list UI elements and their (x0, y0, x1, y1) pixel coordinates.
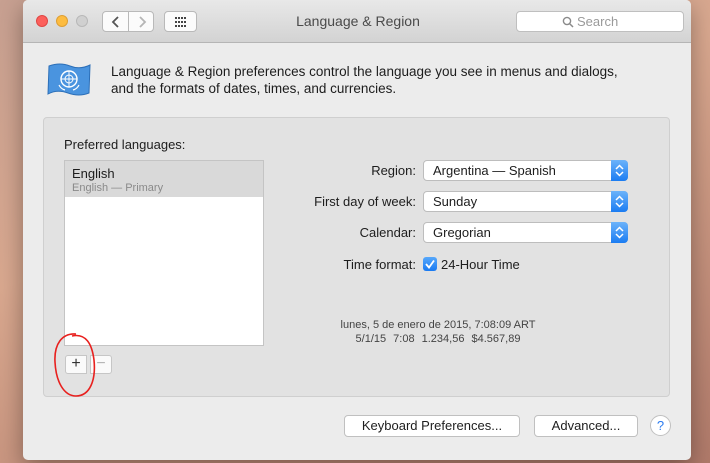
language-name: English (72, 166, 115, 181)
help-button[interactable]: ? (650, 415, 671, 436)
chevron-right-icon (139, 16, 147, 28)
sample-numbers: 5/1/15 7:08 1.234,56 $4.567,89 (355, 333, 521, 345)
calendar-value: Gregorian (433, 225, 491, 240)
minimize-window-button[interactable] (56, 15, 68, 27)
description-line-2: and the formats of dates, times, and cur… (111, 81, 397, 96)
popup-arrows-icon (611, 191, 628, 212)
window-title: Language & Region (296, 13, 420, 29)
forward-button[interactable] (128, 11, 154, 32)
keyboard-preferences-button[interactable]: Keyboard Preferences... (344, 415, 520, 437)
region-value: Argentina — Spanish (433, 163, 556, 178)
first-day-popup[interactable]: Sunday (423, 191, 628, 212)
show-all-button[interactable] (164, 11, 197, 32)
checkmark-icon (425, 259, 435, 269)
calendar-label: Calendar: (359, 225, 416, 240)
sample-date: lunes, 5 de enero de 2015, 7:08:09 ART (340, 319, 536, 331)
title-bar: Language & Region (23, 0, 691, 43)
chevron-left-icon (111, 16, 119, 28)
24-hour-label[interactable]: 24-Hour Time (441, 257, 520, 272)
region-popup[interactable]: Argentina — Spanish (423, 160, 628, 181)
search-field[interactable] (516, 11, 684, 32)
preferences-window: Language & Region Language & Region pref… (23, 0, 691, 460)
grid-icon (175, 17, 186, 27)
popup-arrows-icon (611, 160, 628, 181)
search-icon (562, 16, 574, 28)
first-day-value: Sunday (433, 194, 478, 209)
back-button[interactable] (102, 11, 129, 32)
description-line-1: Language & Region preferences control th… (111, 64, 618, 79)
popup-arrows-icon (611, 222, 628, 243)
language-list[interactable]: English English — Primary (64, 160, 264, 346)
description-text: Language & Region preferences control th… (111, 63, 671, 97)
calendar-popup[interactable]: Gregorian (423, 222, 628, 243)
advanced-button[interactable]: Advanced... (534, 415, 638, 437)
time-format-label: Time format: (343, 257, 416, 272)
24-hour-checkbox[interactable] (423, 257, 437, 271)
un-flag-icon (47, 63, 91, 96)
first-day-label: First day of week: (314, 194, 416, 209)
zoom-window-button[interactable] (76, 15, 88, 27)
list-item[interactable]: English English — Primary (65, 161, 263, 197)
search-input[interactable] (577, 14, 677, 29)
language-subtitle: English — Primary (72, 182, 164, 194)
annotation-circle (54, 333, 96, 397)
close-window-button[interactable] (36, 15, 48, 27)
preferred-languages-label: Preferred languages: (64, 137, 186, 152)
region-label: Region: (371, 163, 416, 178)
